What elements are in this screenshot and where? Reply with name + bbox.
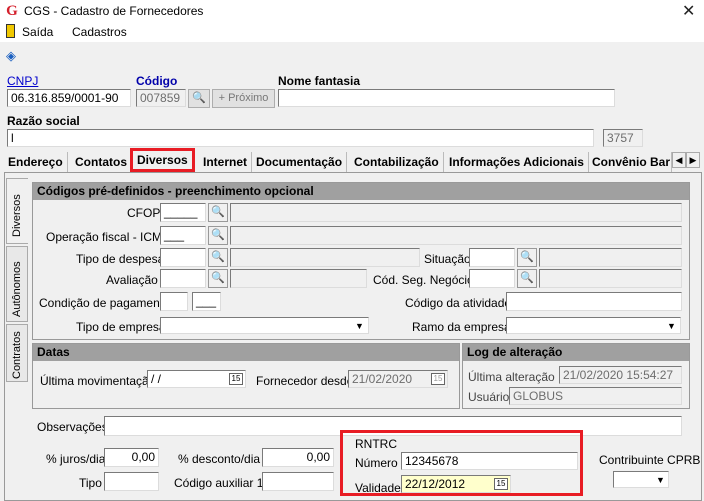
juros-label: % juros/dia (46, 452, 106, 466)
avaliacao-search-icon[interactable]: 🔍 (208, 269, 228, 288)
calendar-icon[interactable]: 15 (229, 373, 243, 385)
codigo-atividade-label: Código da atividade (405, 296, 512, 310)
proximo-button[interactable]: + Próximo (212, 89, 275, 108)
ramo-empresa-dropdown-icon[interactable]: ▼ (667, 321, 676, 331)
diamond-icon[interactable]: ◈ (6, 48, 16, 64)
operacao-search-icon[interactable]: 🔍 (208, 226, 228, 245)
menu-cadastros[interactable]: Cadastros (72, 25, 127, 39)
tipo-label: Tipo (79, 476, 102, 490)
cnpj-label[interactable]: CNPJ (7, 74, 38, 88)
cod-seg-negocio-field[interactable] (469, 269, 515, 288)
juros-field[interactable]: 0,00 (104, 448, 159, 467)
tab-informacoes-adicionais[interactable]: Informações Adicionais (445, 152, 589, 172)
ramo-empresa-select[interactable] (506, 317, 681, 334)
codigo-field[interactable]: 007859 (136, 89, 186, 107)
desconto-field[interactable]: 0,00 (262, 448, 334, 467)
observacoes-label: Observações (37, 420, 108, 434)
tab-contabilizacao[interactable]: Contabilização (350, 152, 444, 172)
operacao-desc-field (230, 226, 682, 245)
ultima-alteracao-label: Última alteração (468, 370, 555, 384)
cnpj-field[interactable]: 06.316.859/0001-90 (7, 89, 131, 107)
cod-seg-negocio-label: Cód. Seg. Negócio (373, 273, 474, 287)
side-tab-diversos[interactable]: Diversos (6, 178, 28, 244)
codigo-atividade-field[interactable] (506, 292, 682, 311)
menu-saida[interactable]: Saída (22, 25, 53, 39)
exit-icon (6, 24, 15, 38)
cod-seg-desc-field (539, 269, 682, 288)
app-logo-icon: G (6, 3, 18, 19)
cfop-label: CFOP (127, 206, 161, 220)
rntrc-numero-field[interactable]: 12345678 (401, 452, 578, 470)
calendar-icon[interactable]: 15 (494, 478, 508, 490)
tab-scroll-left-icon[interactable]: ◀ (672, 152, 686, 168)
ultima-movimentacao-label: Última movimentação (40, 374, 156, 388)
tipo-empresa-select[interactable] (160, 317, 369, 334)
situacao-label: Situação (424, 252, 471, 266)
close-icon[interactable]: ✕ (682, 1, 695, 21)
search-codigo-button[interactable]: 🔍 (188, 89, 210, 108)
situacao-field[interactable] (469, 248, 515, 267)
razao-social-label: Razão social (7, 114, 80, 128)
tipo-empresa-label: Tipo de empresa (76, 320, 166, 334)
avaliacao-desc-field (230, 269, 367, 288)
tab-endereco[interactable]: Endereço (4, 152, 68, 172)
tab-documentacao[interactable]: Documentação (252, 152, 348, 172)
tipo-empresa-dropdown-icon[interactable]: ▼ (355, 321, 364, 331)
usuario-label: Usuário (468, 390, 510, 404)
tab-diversos[interactable]: Diversos (130, 148, 195, 172)
operacao-fiscal-field[interactable]: ___ (160, 226, 206, 245)
condicao-pagamento-label: Condição de pagamento (39, 296, 170, 310)
razao-social-field[interactable]: l (7, 129, 594, 147)
tipo-despesa-field[interactable] (160, 248, 206, 267)
validade-label: Validade (355, 481, 401, 495)
tab-convenio-bar[interactable]: Convênio Bar (588, 152, 672, 172)
side-tab-contratos[interactable]: Contratos (6, 324, 28, 382)
cod-seg-search-icon[interactable]: 🔍 (517, 269, 537, 288)
cfop-search-icon[interactable]: 🔍 (208, 203, 228, 222)
tipo-field[interactable] (104, 472, 159, 491)
log-heading: Log de alteração (463, 344, 689, 361)
desconto-label: % desconto/dia (178, 452, 261, 466)
nome-fantasia-field[interactable] (278, 89, 615, 107)
tab-contatos[interactable]: Contatos (71, 152, 132, 172)
side-tab-autonomos[interactable]: Autônomos (6, 246, 28, 322)
nome-fantasia-label: Nome fantasia (278, 74, 361, 88)
datas-heading: Datas (33, 344, 459, 361)
tipo-despesa-desc-field (230, 248, 420, 267)
operacao-fiscal-label: Operação fiscal - ICMS (46, 230, 171, 244)
contribuinte-cprb-label: Contribuinte CPRB (599, 453, 701, 467)
condicao-pagamento-field-2[interactable]: ___ (192, 292, 221, 311)
tipo-despesa-label: Tipo de despesa (76, 252, 165, 266)
avaliacao-field[interactable] (160, 269, 206, 288)
codigo-auxiliar-field[interactable] (262, 472, 334, 491)
usuario-field: GLOBUS (509, 387, 682, 405)
proximo-label: Próximo (228, 92, 269, 104)
binoculars-icon: 🔍 (192, 92, 206, 104)
calendar-icon: 15 (431, 373, 445, 385)
ultima-alteracao-field: 21/02/2020 15:54:27 (559, 366, 682, 384)
numero-label: Número (355, 456, 398, 470)
codigos-heading: Códigos pré-definidos - preenchimento op… (33, 183, 689, 200)
window-title: CGS - Cadastro de Fornecedores (24, 4, 204, 18)
condicao-pagamento-field[interactable] (160, 292, 188, 311)
ramo-empresa-label: Ramo da empresa (412, 320, 511, 334)
cfop-field[interactable]: _____ (160, 203, 206, 222)
situacao-search-icon[interactable]: 🔍 (517, 248, 537, 267)
rntrc-heading: RNTRC (355, 437, 397, 451)
fornecedor-desde-label: Fornecedor desde (256, 374, 354, 388)
tab-internet[interactable]: Internet (199, 152, 253, 172)
situacao-desc-field (539, 248, 682, 267)
razao-count-field: 3757 (603, 129, 643, 147)
contribuinte-dropdown-icon[interactable]: ▼ (656, 475, 665, 485)
avaliacao-label: Avaliação (106, 273, 158, 287)
tab-scroll-right-icon[interactable]: ▶ (686, 152, 700, 168)
plus-icon: + (218, 92, 226, 104)
tipo-despesa-search-icon[interactable]: 🔍 (208, 248, 228, 267)
cfop-desc-field (230, 203, 682, 222)
codigo-auxiliar-label: Código auxiliar 1 (174, 476, 264, 490)
codigo-label: Código (136, 74, 178, 88)
